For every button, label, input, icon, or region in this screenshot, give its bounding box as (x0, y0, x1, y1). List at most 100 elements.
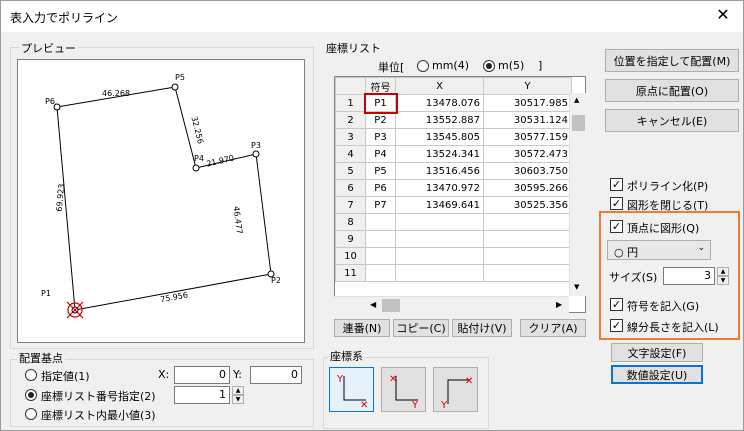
size-input[interactable]: 3 (663, 267, 715, 285)
place-at-button[interactable]: 位置を指定して配置(M) (605, 49, 739, 72)
cell-symbol[interactable] (365, 213, 396, 231)
list-no-up-icon[interactable]: ▲ (232, 386, 244, 395)
table-hscrollbar[interactable]: ◀ ▶ (334, 296, 569, 313)
cell-y[interactable]: 30525.356 (483, 196, 572, 214)
vertex-shape-checkbox[interactable]: ✓ (610, 220, 623, 233)
opt-value-radio[interactable] (25, 369, 37, 381)
y-input[interactable]: 0 (250, 366, 302, 384)
opt-list-no-radio[interactable] (25, 389, 37, 401)
x-input[interactable]: 0 (174, 366, 230, 384)
cell-x[interactable]: 13478.076 (395, 94, 484, 112)
cell-x[interactable]: 13470.972 (395, 179, 484, 197)
list-no-input[interactable]: 1 (174, 386, 230, 404)
cell-symbol[interactable] (365, 247, 396, 265)
coord-sys-button-3[interactable]: ✕ Y (433, 367, 478, 412)
opt-list-min-radio[interactable] (25, 408, 37, 420)
label-p6: P6 (45, 97, 55, 106)
table-row[interactable]: 9 (335, 230, 572, 248)
cell-y[interactable] (483, 230, 572, 248)
table-row[interactable]: 7 P7 13469.641 30525.356 (335, 196, 572, 214)
shape-select[interactable]: ○ 円 ⌄ (607, 240, 711, 260)
cell-symbol[interactable]: P3 (365, 128, 396, 146)
table-row[interactable]: 6 P6 13470.972 30595.266 (335, 179, 572, 197)
cell-x[interactable] (395, 230, 484, 248)
cell-x[interactable]: 13552.887 (395, 111, 484, 129)
table-row[interactable]: 5 P5 13516.456 30603.750 (335, 162, 572, 180)
clear-button[interactable]: クリア(A) (520, 319, 586, 337)
table-row[interactable]: 8 (335, 213, 572, 231)
cell-y[interactable] (483, 213, 572, 231)
scroll-left-icon[interactable]: ◀ (370, 300, 376, 309)
table-row[interactable]: 10 (335, 247, 572, 265)
cell-symbol[interactable]: P5 (365, 162, 396, 180)
length-checkbox[interactable]: ✓ (610, 319, 623, 332)
opt-list-min-label[interactable]: 座標リスト内最小値(3) (41, 407, 156, 423)
table-row[interactable]: 2 P2 13552.887 30531.124 (335, 111, 572, 129)
symbol-label[interactable]: 符号を記入(G) (627, 298, 699, 314)
vertex-shape-label[interactable]: 頂点に図形(Q) (627, 220, 699, 236)
cell-x[interactable] (395, 264, 484, 282)
cell-x[interactable]: 13469.641 (395, 196, 484, 214)
close-icon[interactable]: ✕ (713, 5, 733, 25)
unit-m-label[interactable]: m(5) (498, 59, 524, 72)
row-number: 7 (335, 196, 366, 214)
opt-list-no-label[interactable]: 座標リスト番号指定(2) (41, 388, 156, 404)
table-row[interactable]: 11 (335, 264, 572, 282)
cell-y[interactable] (483, 264, 572, 282)
cell-y[interactable]: 30572.473 (483, 145, 572, 163)
cell-y[interactable]: 30595.266 (483, 179, 572, 197)
cancel-button[interactable]: キャンセル(E) (605, 109, 739, 132)
polyline-checkbox[interactable]: ✓ (610, 178, 623, 191)
unit-mm-radio[interactable] (417, 60, 429, 72)
cell-x[interactable] (395, 213, 484, 231)
scroll-up-icon[interactable]: ▲ (574, 96, 579, 104)
cell-x[interactable] (395, 247, 484, 265)
cell-y[interactable]: 30603.750 (483, 162, 572, 180)
cell-x[interactable]: 13516.456 (395, 162, 484, 180)
cell-y[interactable] (483, 247, 572, 265)
opt-value-label[interactable]: 指定値(1) (41, 368, 90, 384)
table-row[interactable]: 1 P1 13478.076 30517.985 (335, 92, 572, 114)
hscroll-thumb[interactable] (382, 299, 400, 312)
cell-y[interactable]: 30531.124 (483, 111, 572, 129)
table-row[interactable]: 3 P3 13545.805 30577.159 (335, 128, 572, 146)
place-origin-button[interactable]: 原点に配置(O) (605, 79, 739, 102)
cell-y[interactable]: 30577.159 (483, 128, 572, 146)
cell-symbol[interactable] (365, 264, 396, 282)
table-row[interactable]: 4 P4 13524.341 30572.473 (335, 145, 572, 163)
table-vscrollbar[interactable]: ▲ ▼ (569, 93, 586, 296)
cell-y[interactable]: 30517.985 (483, 94, 572, 112)
size-down-icon[interactable]: ▼ (717, 276, 729, 285)
label-p1: P1 (41, 289, 51, 298)
cell-x[interactable]: 13545.805 (395, 128, 484, 146)
shape-select-value: ○ 円 (614, 246, 639, 259)
polyline-label[interactable]: ポリライン化(P) (627, 178, 708, 194)
symbol-checkbox[interactable]: ✓ (610, 298, 623, 311)
size-up-icon[interactable]: ▲ (717, 267, 729, 276)
preview-canvas: P6 P5 P4 P3 P2 P1 46.268 32.256 21.970 4… (17, 59, 305, 343)
cell-x[interactable]: 13524.341 (395, 145, 484, 163)
scroll-right-icon[interactable]: ▶ (556, 300, 562, 309)
cell-symbol[interactable]: P2 (365, 111, 396, 129)
paste-button[interactable]: 貼付け(V) (452, 319, 512, 337)
scroll-thumb[interactable] (572, 115, 585, 131)
coord-sys-button-1[interactable]: Y ✕ (329, 367, 374, 412)
coords-table[interactable]: 符号 X Y 1 P1 13478.076 30517.985 2 P2 13552.887… (334, 76, 586, 313)
length-label[interactable]: 線分長さを記入(L) (627, 319, 719, 335)
cell-symbol[interactable]: P7 (365, 196, 396, 214)
cell-symbol[interactable]: P4 (365, 145, 396, 163)
copy-button[interactable]: コピー(C) (393, 319, 449, 337)
cell-symbol[interactable] (365, 230, 396, 248)
window-title: 表入力でポリライン (10, 11, 119, 25)
coord-sys-button-2[interactable]: ✕ Y (381, 367, 426, 412)
text-settings-button[interactable]: 文字設定(F) (611, 343, 703, 362)
scroll-down-icon[interactable]: ▼ (574, 283, 579, 291)
close-shape-checkbox[interactable]: ✓ (610, 197, 623, 210)
cell-symbol[interactable]: P6 (365, 179, 396, 197)
list-no-down-icon[interactable]: ▼ (232, 395, 244, 404)
number-settings-button[interactable]: 数値設定(U) (611, 365, 703, 384)
unit-m-radio[interactable] (483, 60, 495, 72)
cell-symbol[interactable]: P1 (363, 92, 398, 114)
renban-button[interactable]: 連番(N) (334, 319, 390, 337)
unit-mm-label[interactable]: mm(4) (432, 59, 469, 72)
